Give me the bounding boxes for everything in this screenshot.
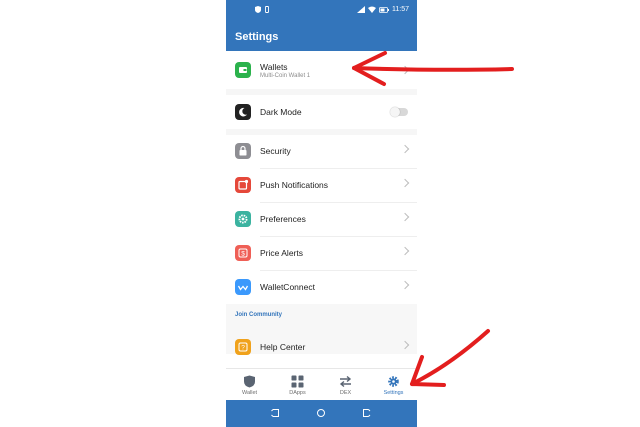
shield-status-icon bbox=[255, 6, 261, 13]
tab-wallet[interactable]: Wallet bbox=[226, 369, 273, 401]
svg-text:?: ? bbox=[241, 345, 245, 352]
chevron-right-icon bbox=[400, 65, 410, 75]
chevron-right-icon bbox=[400, 144, 410, 154]
settings-item-label: Dark Mode bbox=[260, 107, 302, 117]
status-bar: 11:57 bbox=[226, 0, 417, 20]
settings-item-help-center[interactable]: ? Help Center bbox=[226, 330, 417, 364]
back-icon[interactable] bbox=[362, 408, 372, 418]
app-header: Settings bbox=[226, 20, 417, 51]
gear-icon bbox=[388, 376, 399, 387]
bottom-tab-bar: Wallet DApps DEX Settings bbox=[226, 368, 417, 401]
settings-item-push-notifications[interactable]: Push Notifications bbox=[226, 168, 417, 202]
settings-item-preferences[interactable]: Preferences bbox=[226, 202, 417, 236]
tab-label: DApps bbox=[289, 390, 306, 396]
settings-item-price-alerts[interactable]: $ Price Alerts bbox=[226, 236, 417, 270]
walletconnect-icon bbox=[235, 279, 251, 295]
dark-mode-toggle[interactable] bbox=[390, 107, 408, 117]
moon-icon bbox=[235, 104, 251, 120]
phone-screen: 11:57 Settings Wallets Multi-Coin Wallet… bbox=[226, 0, 417, 427]
settings-item-label: Price Alerts bbox=[260, 248, 303, 258]
tab-label: DEX bbox=[339, 390, 352, 396]
grid-icon bbox=[291, 375, 304, 388]
wifi-icon bbox=[368, 6, 376, 13]
chevron-right-icon bbox=[400, 280, 410, 290]
chevron-right-icon bbox=[400, 340, 410, 350]
section-header-community: Join Community bbox=[235, 312, 283, 318]
settings-item-dark-mode[interactable]: Dark Mode bbox=[226, 95, 417, 129]
page-title: Settings bbox=[235, 31, 279, 43]
settings-item-label: Wallets bbox=[260, 62, 288, 72]
recent-apps-icon[interactable] bbox=[270, 408, 280, 418]
settings-item-label: Help Center bbox=[260, 342, 306, 352]
chevron-right-icon bbox=[400, 212, 410, 222]
shield-icon bbox=[244, 375, 255, 388]
settings-item-subtitle: Multi-Coin Wallet 1 bbox=[260, 73, 311, 79]
settings-item-label: Security bbox=[260, 146, 291, 156]
signal-icon bbox=[357, 6, 365, 13]
tab-dex[interactable]: DEX bbox=[322, 369, 369, 401]
lock-icon bbox=[235, 143, 251, 159]
settings-item-label: Preferences bbox=[260, 214, 306, 224]
settings-item-label: WalletConnect bbox=[260, 282, 315, 292]
settings-item-walletconnect[interactable]: WalletConnect bbox=[226, 270, 417, 304]
phone-status-icon bbox=[265, 6, 269, 13]
settings-item-wallets[interactable]: Wallets Multi-Coin Wallet 1 bbox=[226, 51, 417, 89]
notification-icon bbox=[235, 177, 251, 193]
battery-icon bbox=[379, 6, 389, 13]
preferences-gear-icon bbox=[235, 211, 251, 227]
tab-label: Wallet bbox=[241, 390, 258, 396]
tab-dapps[interactable]: DApps bbox=[274, 369, 321, 401]
help-icon: ? bbox=[235, 339, 251, 355]
settings-item-security[interactable]: Security bbox=[226, 134, 417, 168]
chevron-right-icon bbox=[400, 178, 410, 188]
home-icon[interactable] bbox=[316, 408, 326, 418]
tab-settings[interactable]: Settings bbox=[370, 369, 417, 401]
settings-item-label: Push Notifications bbox=[260, 180, 329, 190]
wallet-icon bbox=[235, 62, 251, 78]
status-time: 11:57 bbox=[392, 6, 409, 13]
svg-text:$: $ bbox=[241, 251, 245, 258]
dollar-icon: $ bbox=[235, 245, 251, 261]
android-nav-bar bbox=[226, 400, 417, 427]
swap-icon bbox=[339, 375, 352, 388]
chevron-right-icon bbox=[400, 246, 410, 256]
tab-label: Settings bbox=[383, 390, 404, 396]
